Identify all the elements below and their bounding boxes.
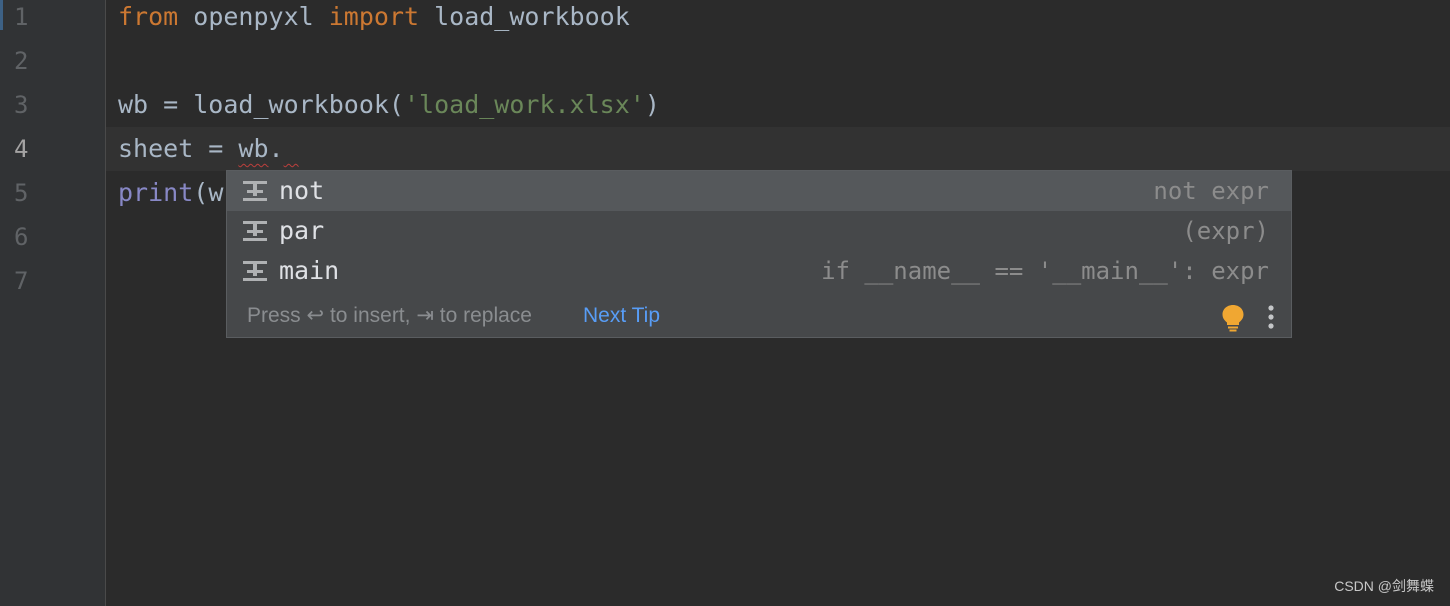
lightbulb-icon[interactable] bbox=[1221, 304, 1245, 332]
error-highlight bbox=[284, 134, 299, 163]
line-number: 1 bbox=[14, 3, 29, 31]
completion-item-name: not bbox=[279, 176, 325, 205]
completion-item-main[interactable]: main if __name__ == '__main__': expr bbox=[227, 251, 1291, 291]
line-number: 2 bbox=[14, 47, 29, 75]
postfix-template-icon bbox=[243, 181, 267, 201]
line-number: 6 bbox=[14, 223, 29, 251]
line-number: 7 bbox=[14, 267, 29, 295]
line-number-current: 4 bbox=[14, 135, 29, 163]
code-text: sheet = bbox=[118, 134, 239, 163]
code-text: . bbox=[268, 134, 284, 163]
completion-item-tail: not expr bbox=[1153, 177, 1269, 205]
code-text: ) bbox=[644, 90, 660, 119]
code-text: (w bbox=[193, 178, 224, 207]
line-number: 3 bbox=[14, 91, 29, 119]
completion-item-not[interactable]: not not expr bbox=[227, 171, 1291, 211]
more-options-icon[interactable] bbox=[1265, 303, 1277, 331]
next-tip-link[interactable]: Next Tip bbox=[583, 295, 660, 337]
completion-item-tail: if __name__ == '__main__': expr bbox=[821, 257, 1269, 285]
keyword: import bbox=[328, 2, 420, 31]
line-number: 5 bbox=[14, 179, 29, 207]
watermark: CSDN @剑舞蝶 bbox=[1334, 578, 1434, 594]
string-literal: 'load_work.xlsx' bbox=[403, 90, 645, 119]
builtin-function: print bbox=[118, 178, 194, 207]
insert-replace-hint: Press ↩ to insert, ⇥ to replace bbox=[247, 304, 532, 327]
code-text: wb = load_workbook( bbox=[118, 90, 404, 119]
completion-item-par[interactable]: par (expr) bbox=[227, 211, 1291, 251]
gutter-marker bbox=[0, 0, 3, 30]
line-number-gutter: 1 2 3 4 5 6 7 bbox=[0, 0, 106, 606]
completion-item-name: par bbox=[279, 216, 325, 245]
code-line-1[interactable]: from openpyxl import load_workbook bbox=[118, 0, 630, 39]
code-line-5[interactable]: print(w bbox=[118, 171, 223, 215]
identifier: openpyxl bbox=[178, 2, 329, 31]
postfix-template-icon bbox=[243, 261, 267, 281]
completion-item-name: main bbox=[279, 256, 340, 285]
completion-popup-footer: Press ↩ to insert, ⇥ to replace Next Tip bbox=[227, 295, 1291, 337]
error-highlight: wb bbox=[238, 134, 269, 163]
code-line-3[interactable]: wb = load_workbook('load_work.xlsx') bbox=[118, 83, 660, 127]
code-line-4[interactable]: sheet = wb. bbox=[118, 127, 299, 171]
postfix-template-icon bbox=[243, 221, 267, 241]
identifier: load_workbook bbox=[419, 2, 630, 31]
completion-item-tail: (expr) bbox=[1182, 217, 1269, 245]
caret-row-highlight bbox=[106, 127, 1450, 171]
completion-popup: not not expr par (expr) main if __name__… bbox=[226, 170, 1292, 338]
keyword: from bbox=[118, 2, 179, 31]
